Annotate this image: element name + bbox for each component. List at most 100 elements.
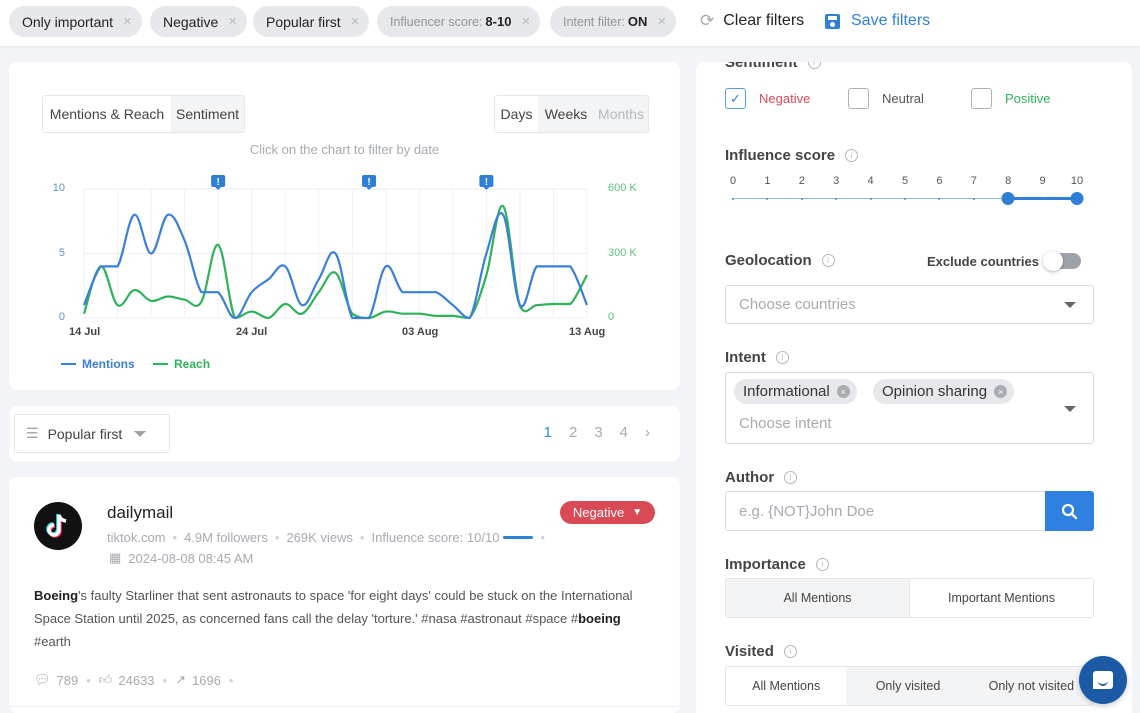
slider-step-dot xyxy=(1041,198,1044,200)
importance-tabs: All Mentions Important Mentions xyxy=(725,578,1094,618)
slider-step-dot xyxy=(972,198,975,200)
checkbox-checked[interactable]: ✓ xyxy=(725,88,746,109)
refresh-icon: ⟳ xyxy=(700,11,715,30)
section-title: Importance xyxy=(725,556,806,573)
share-icon: ↗ xyxy=(175,672,186,687)
checkbox-positive[interactable]: Positive xyxy=(971,88,1051,109)
section-title: Intent xyxy=(725,349,766,366)
checkbox-neutral[interactable]: Neutral xyxy=(848,88,924,109)
slider-handle-min[interactable] xyxy=(1001,192,1015,205)
remove-icon[interactable]: × xyxy=(351,13,360,30)
tiktok-logo-icon[interactable] xyxy=(34,502,82,550)
remove-icon[interactable]: × xyxy=(123,13,132,30)
chat-support-button[interactable] xyxy=(1079,656,1127,704)
exclude-countries-toggle[interactable] xyxy=(1043,251,1081,271)
geolocation-title: Geolocation i xyxy=(725,252,835,269)
chart-card: Mentions & Reach Sentiment Days Weeks Mo… xyxy=(9,62,680,390)
filter-bar: Only important × Negative × Popular firs… xyxy=(0,0,1140,46)
filter-chip-influencer-score[interactable]: Influencer score: 8-10 × xyxy=(377,6,541,37)
info-icon[interactable]: i xyxy=(815,558,829,571)
alert-marker-icon[interactable]: ! xyxy=(211,175,226,190)
checkbox-label: Neutral xyxy=(882,91,924,106)
chip-value: ON xyxy=(627,14,648,29)
next-page-icon[interactable]: › xyxy=(645,424,650,441)
save-filters-button[interactable]: Save filters xyxy=(825,8,930,34)
intent-tag: Opinion sharing × xyxy=(873,379,1015,404)
checkbox-unchecked[interactable] xyxy=(971,88,992,109)
filter-chip-only-important[interactable]: Only important × xyxy=(9,6,142,37)
alert-marker-icon[interactable]: ! xyxy=(479,175,494,190)
remove-tag-icon[interactable]: × xyxy=(994,385,1008,398)
engagement-stats: 💬︎ 789 • 👍︎ 24633 • ↗ 1696 • xyxy=(34,672,234,688)
sentiment-badge[interactable]: Negative ▼ xyxy=(560,501,655,524)
checkbox-label: Positive xyxy=(1005,91,1051,106)
keyword-highlight: Boeing xyxy=(34,588,79,603)
slider-tick-label: 6 xyxy=(936,175,943,187)
intent-select[interactable]: Informational × Opinion sharing × Choose… xyxy=(725,372,1094,444)
mentions-reach-chart[interactable]: !!! xyxy=(9,62,680,390)
info-icon[interactable]: i xyxy=(775,351,789,364)
info-icon[interactable]: i xyxy=(783,645,797,658)
filter-chip-negative[interactable]: Negative × xyxy=(150,6,248,37)
chip-label: Negative xyxy=(163,13,219,30)
clear-filters-button[interactable]: ⟳ Clear filters xyxy=(700,8,804,34)
info-icon[interactable]: i xyxy=(807,62,821,69)
tag-label: Informational xyxy=(743,383,830,400)
remove-icon[interactable]: × xyxy=(521,13,530,30)
mention-card: dailymail tiktok.com • 4.9M followers • … xyxy=(9,477,680,713)
legend-mentions[interactable]: Mentions xyxy=(61,357,135,371)
countries-select[interactable]: Choose countries xyxy=(725,285,1094,324)
svg-text:!: ! xyxy=(216,177,219,188)
importance-important[interactable]: Important Mentions xyxy=(909,579,1093,617)
slider-tick-label: 8 xyxy=(1005,175,1012,187)
influence-score-slider[interactable]: 0 1 2 3 4 5 6 7 8 9 10 xyxy=(725,175,1084,215)
views-count: 269K views xyxy=(286,530,353,545)
page-3[interactable]: 3 xyxy=(594,424,602,441)
checkbox-negative[interactable]: ✓ Negative xyxy=(725,88,810,109)
sentiment-title: Sentiment i xyxy=(725,62,821,71)
sort-dropdown[interactable]: ☰ Popular first xyxy=(14,414,170,453)
page-2[interactable]: 2 xyxy=(569,424,577,441)
slider-handle-max[interactable] xyxy=(1070,192,1084,205)
author-search-input[interactable]: e.g. {NOT}John Doe xyxy=(725,491,1046,531)
section-title: Author xyxy=(725,469,775,486)
remove-icon[interactable]: × xyxy=(228,13,237,30)
filter-chip-popular-first[interactable]: Popular first × xyxy=(253,6,370,37)
author-name[interactable]: dailymail xyxy=(107,503,173,523)
info-icon[interactable]: i xyxy=(845,149,859,162)
filter-chip-intent[interactable]: Intent filter: ON × xyxy=(550,6,677,37)
comments-count: 789 xyxy=(56,672,79,688)
visited-not[interactable]: Only not visited xyxy=(969,667,1093,705)
slider-step-dot xyxy=(904,198,906,200)
author-search-button[interactable] xyxy=(1045,491,1094,531)
visited-all[interactable]: All Mentions xyxy=(726,667,847,705)
chip-value: 8-10 xyxy=(485,14,512,29)
intent-title: Intent i xyxy=(725,349,789,366)
importance-all[interactable]: All Mentions xyxy=(726,579,909,617)
remove-icon[interactable]: × xyxy=(657,13,666,30)
checkbox-unchecked[interactable] xyxy=(848,88,869,109)
caret-down-icon xyxy=(134,430,147,437)
info-icon[interactable]: i xyxy=(784,471,798,484)
followers-count: 4.9M followers xyxy=(184,530,268,545)
influence-score: Influence score: 10/10 xyxy=(371,530,500,545)
info-icon[interactable]: i xyxy=(821,254,835,267)
page-1[interactable]: 1 xyxy=(544,424,552,441)
remove-tag-icon[interactable]: × xyxy=(836,385,850,398)
svg-text:!: ! xyxy=(367,177,370,188)
shares-count: 1696 xyxy=(192,672,221,688)
keyword-highlight: boeing xyxy=(578,611,621,626)
slider-tick-label: 0 xyxy=(729,175,737,187)
legend-label: Mentions xyxy=(82,357,135,371)
post-text: Boeing's faulty Starliner that sent astr… xyxy=(34,584,654,653)
series-line-mentions xyxy=(82,211,589,320)
author-title: Author i xyxy=(725,469,798,486)
page-4[interactable]: 4 xyxy=(620,424,628,441)
visited-only[interactable]: Only visited xyxy=(846,667,970,705)
source-link[interactable]: tiktok.com xyxy=(107,530,166,545)
alert-marker-icon[interactable]: ! xyxy=(362,175,377,190)
legend-reach[interactable]: Reach xyxy=(153,357,210,371)
exclude-countries-label: Exclude countries xyxy=(927,254,1039,269)
post-meta: tiktok.com • 4.9M followers • 269K views… xyxy=(107,530,545,545)
slider-tick-label: 7 xyxy=(970,175,977,187)
